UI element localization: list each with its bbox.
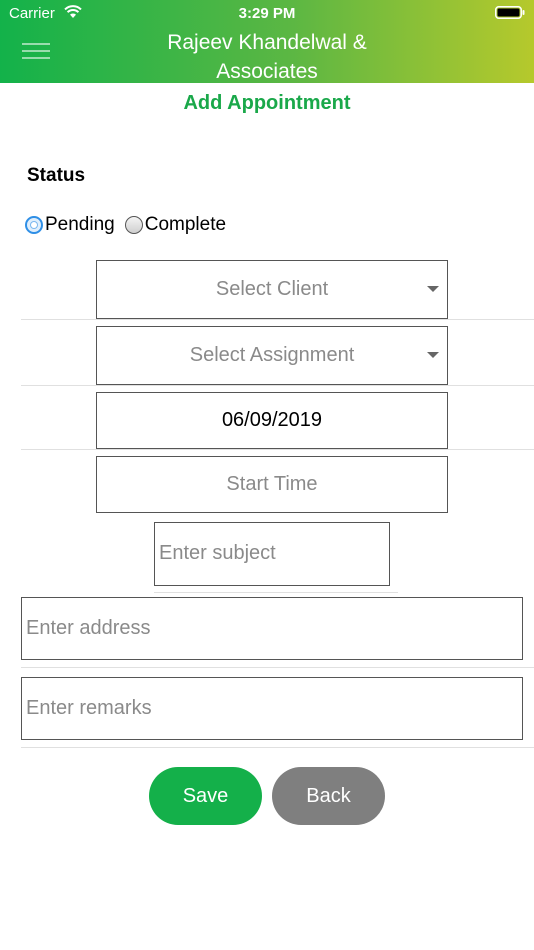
start-time-field[interactable]: Start Time — [96, 456, 448, 513]
divider — [154, 592, 398, 593]
select-assignment-dropdown[interactable]: Select Assignment — [96, 326, 448, 385]
remarks-input[interactable]: Enter remarks — [21, 677, 523, 740]
page-title: Add Appointment — [183, 92, 351, 114]
address-input[interactable]: Enter address — [21, 597, 523, 660]
date-value: 06/09/2019 — [221, 409, 323, 431]
battery-icon — [495, 6, 525, 19]
subject-placeholder: Enter subject — [159, 542, 276, 564]
radio-complete-label[interactable]: Complete — [145, 214, 226, 236]
status-label: Status — [27, 165, 86, 186]
status-time: 3:29 PM — [238, 5, 296, 22]
divider — [21, 385, 534, 386]
chevron-down-icon — [427, 352, 439, 358]
subject-input[interactable]: Enter subject — [154, 522, 390, 586]
divider — [21, 449, 534, 450]
date-field[interactable]: 06/09/2019 — [96, 392, 448, 449]
hamburger-menu-icon[interactable] — [22, 43, 50, 63]
start-time-placeholder: Start Time — [226, 473, 318, 495]
address-placeholder: Enter address — [26, 617, 151, 639]
select-assignment-placeholder: Select Assignment — [189, 344, 355, 366]
radio-pending-label[interactable]: Pending — [45, 214, 115, 236]
select-client-placeholder: Select Client — [215, 278, 329, 300]
remarks-placeholder: Enter remarks — [26, 697, 152, 719]
divider — [21, 667, 534, 668]
radio-pending[interactable] — [25, 216, 43, 234]
select-client-dropdown[interactable]: Select Client — [96, 260, 448, 319]
radio-complete[interactable] — [124, 216, 143, 234]
app-header: Carrier 3:29 PM Rajeev Khandelwal & Asso… — [0, 0, 534, 83]
divider — [21, 319, 534, 320]
back-button[interactable]: Back — [272, 767, 385, 825]
app-title: Rajeev Khandelwal & Associates — [167, 31, 367, 83]
divider — [21, 747, 534, 748]
chevron-down-icon — [427, 286, 439, 292]
status-radio-group: Pending Complete — [25, 212, 236, 238]
status-bar: Carrier 3:29 PM — [0, 0, 534, 26]
save-button[interactable]: Save — [149, 767, 262, 825]
